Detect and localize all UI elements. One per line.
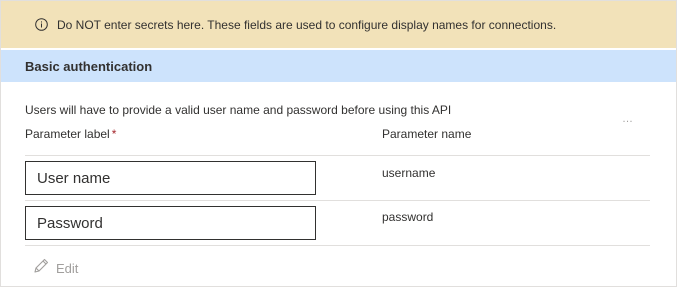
section-header: Basic authentication (1, 50, 676, 82)
auth-panel: Do NOT enter secrets here. These fields … (0, 0, 677, 287)
warning-text: Do NOT enter secrets here. These fields … (57, 17, 557, 32)
section-description: Users will have to provide a valid user … (25, 103, 452, 117)
password-label-input[interactable] (25, 206, 316, 240)
warning-banner: Do NOT enter secrets here. These fields … (1, 1, 676, 48)
row-divider (25, 200, 650, 201)
parameter-name-header: Parameter name (382, 127, 472, 141)
header-divider (25, 155, 650, 156)
username-param-name: username (382, 166, 436, 180)
section-title: Basic authentication (25, 58, 153, 74)
username-label-input[interactable] (25, 161, 316, 195)
more-options-icon[interactable]: … (622, 113, 634, 125)
required-marker: * (111, 127, 117, 141)
parameter-label-header-text: Parameter label (25, 127, 110, 141)
edit-button[interactable]: Edit (33, 257, 78, 279)
pencil-icon (33, 257, 50, 279)
password-param-name: password (382, 210, 434, 224)
info-icon (35, 18, 48, 31)
parameter-label-header: Parameter label * (25, 127, 116, 141)
row-divider (25, 245, 650, 246)
edit-label: Edit (56, 260, 79, 276)
